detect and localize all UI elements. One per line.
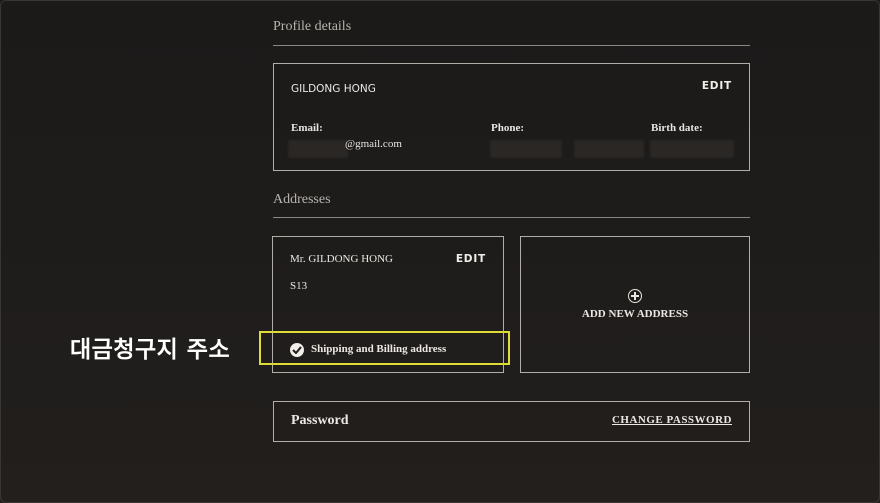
password-row: Password CHANGE PASSWORD — [273, 401, 750, 442]
address-name: Mr. GILDONG HONG — [290, 253, 393, 265]
annotation-highlight-box — [259, 331, 510, 365]
email-label: Email: — [291, 122, 323, 134]
profile-edit-button[interactable]: EDIT — [702, 80, 732, 92]
phone-label: Phone: — [491, 122, 524, 134]
email-value: @gmail.com — [345, 138, 402, 150]
change-password-link[interactable]: CHANGE PASSWORD — [612, 414, 732, 426]
addresses-section-title: Addresses — [273, 192, 331, 207]
birth-date-label: Birth date: — [651, 122, 703, 134]
phone-redacted — [490, 140, 562, 158]
password-label: Password — [291, 413, 349, 428]
profile-divider — [273, 45, 750, 46]
phone-redacted-2 — [574, 140, 644, 158]
annotation-caption: 대금청구지 주소 — [70, 337, 231, 363]
profile-card: GILDONG HONG EDIT Email: @gmail.com Phon… — [273, 63, 750, 171]
email-redacted — [288, 140, 348, 158]
add-address-label: ADD NEW ADDRESS — [581, 308, 689, 320]
addresses-divider — [273, 217, 750, 218]
address-edit-button[interactable]: EDIT — [456, 253, 486, 265]
add-circle-icon — [628, 289, 642, 303]
profile-section-title: Profile details — [273, 19, 352, 34]
address-line-1: S13 — [290, 280, 308, 292]
birth-date-redacted — [650, 140, 734, 158]
profile-full-name: GILDONG HONG — [291, 83, 376, 95]
add-address-card[interactable]: ADD NEW ADDRESS — [520, 236, 750, 373]
